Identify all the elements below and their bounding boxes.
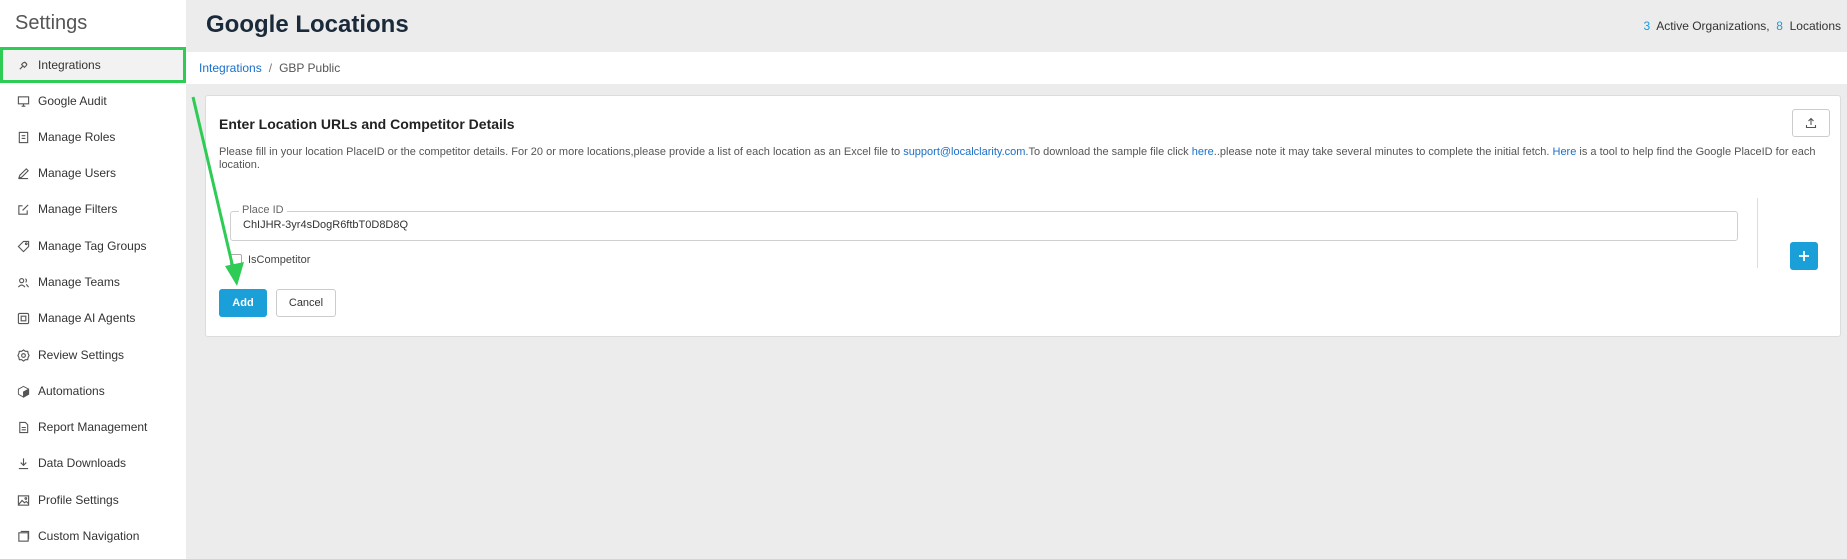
sample-file-link[interactable]: here: [1192, 146, 1214, 158]
report-icon: [17, 421, 30, 434]
sidebar-item-google-audit[interactable]: Google Audit: [0, 83, 186, 119]
place-id-label: Place ID: [239, 204, 287, 216]
desc-text: .To download the sample file click: [1025, 146, 1192, 158]
cancel-button[interactable]: Cancel: [276, 289, 336, 317]
sidebar-item-custom-navigation[interactable]: Custom Navigation: [0, 518, 186, 554]
ai-agent-icon: [17, 312, 30, 325]
breadcrumb-current: GBP Public: [279, 61, 341, 75]
sidebar-item-label: Review Settings: [38, 348, 125, 362]
sidebar-item-manage-ai-agents[interactable]: Manage AI Agents: [0, 300, 186, 336]
card-description: Please fill in your location PlaceID or …: [219, 146, 1819, 172]
is-competitor-checkbox[interactable]: [230, 254, 242, 266]
monitor-icon: [17, 95, 30, 108]
sidebar-item-label: Manage Filters: [38, 202, 118, 216]
sidebar-item-review-settings[interactable]: Review Settings: [0, 337, 186, 373]
plus-icon: [1797, 249, 1811, 263]
organization-summary: 3 Active Organizations, 8 Locations: [1644, 19, 1842, 33]
sidebar-item-manage-roles[interactable]: Manage Roles: [0, 119, 186, 155]
cube-icon: [17, 385, 30, 398]
team-icon: [17, 276, 30, 289]
download-icon: [17, 457, 30, 470]
sidebar-item-manage-filters[interactable]: Manage Filters: [0, 191, 186, 227]
card-title: Enter Location URLs and Competitor Detai…: [219, 116, 515, 132]
placeid-tool-link[interactable]: Here: [1553, 146, 1577, 158]
is-competitor-label: IsCompetitor: [248, 254, 311, 266]
add-row-button[interactable]: [1790, 242, 1818, 270]
sidebar-item-label: Manage AI Agents: [38, 311, 136, 325]
edit-box-icon: [17, 203, 30, 216]
org-count: 3: [1643, 19, 1651, 33]
image-icon: [17, 494, 30, 507]
upload-icon: [1805, 117, 1817, 129]
sidebar-item-label: Report Management: [38, 420, 148, 434]
sidebar-item-label: Data Downloads: [38, 456, 127, 470]
sidebar-item-label: Manage Tag Groups: [38, 239, 147, 253]
breadcrumb-separator: /: [268, 61, 273, 75]
sidebar-item-integrations[interactable]: Integrations: [0, 47, 186, 83]
gear-icon: [17, 348, 30, 362]
nav-icon: [17, 530, 30, 543]
place-id-input[interactable]: [243, 219, 1723, 231]
divider: [1757, 198, 1758, 268]
upload-button[interactable]: [1792, 109, 1830, 137]
sidebar-item-label: Manage Users: [38, 166, 117, 180]
add-button[interactable]: Add: [219, 289, 267, 317]
sidebar-item-label: Integrations: [38, 58, 101, 72]
sidebar-title: Settings: [15, 12, 88, 34]
desc-text: ..please note it may take several minute…: [1213, 146, 1553, 158]
page-title: Google Locations: [206, 11, 409, 38]
plug-icon: [17, 59, 30, 72]
sidebar-item-label: Profile Settings: [38, 493, 119, 507]
sidebar-item-report-management[interactable]: Report Management: [0, 409, 186, 445]
sidebar-item-manage-users[interactable]: Manage Users: [0, 155, 186, 191]
sidebar-item-profile-settings[interactable]: Profile Settings: [0, 482, 186, 518]
support-email-link[interactable]: support@localclarity.com: [903, 146, 1025, 158]
sidebar-item-label: Manage Teams: [38, 275, 120, 289]
sidebar-item-automations[interactable]: Automations: [0, 373, 186, 409]
sidebar-item-label: Manage Roles: [38, 130, 116, 144]
sidebar-item-data-downloads[interactable]: Data Downloads: [0, 445, 186, 481]
is-competitor-row: IsCompetitor: [230, 254, 310, 266]
breadcrumb: Integrations / GBP Public: [186, 52, 1847, 84]
location-label: Locations: [1789, 19, 1841, 33]
sidebar-item-manage-teams[interactable]: Manage Teams: [0, 264, 186, 300]
sidebar-item-label: Automations: [38, 384, 105, 398]
pencil-icon: [17, 167, 30, 180]
breadcrumb-integrations-link[interactable]: Integrations: [199, 61, 262, 75]
org-label: Active Organizations,: [1656, 19, 1770, 33]
roles-icon: [17, 131, 30, 144]
sidebar-item-label: Google Audit: [38, 94, 107, 108]
tag-icon: [17, 240, 30, 253]
sidebar-item-manage-tag-groups[interactable]: Manage Tag Groups: [0, 228, 186, 264]
location-entry-card: Enter Location URLs and Competitor Detai…: [205, 95, 1841, 337]
settings-sidebar: Settings Integrations Google Audit Manag…: [0, 0, 186, 559]
sidebar-item-label: Custom Navigation: [38, 529, 140, 543]
place-id-field: Place ID: [230, 204, 1738, 241]
location-count: 8: [1776, 19, 1783, 33]
desc-text: Please fill in your location PlaceID or …: [219, 146, 904, 158]
